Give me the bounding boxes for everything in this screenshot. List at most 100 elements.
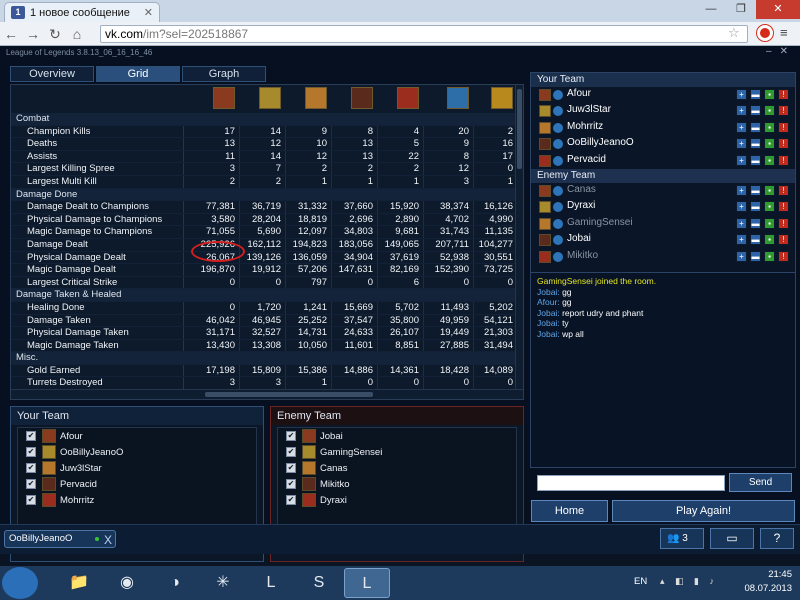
ignore-icon[interactable]: ▬ — [750, 138, 761, 150]
horizontal-scrollbar[interactable] — [11, 389, 523, 399]
honor-icon[interactable]: ▪ — [764, 250, 775, 262]
minimize-icon[interactable]: — — [696, 0, 726, 19]
team-member-row[interactable]: ✔ Pervacid — [18, 476, 256, 492]
checkbox[interactable]: ✔ — [26, 463, 36, 473]
sidebar-player-row[interactable]: GamingSensei + ▬ ▪! — [531, 216, 795, 232]
sidebar-player-row[interactable]: Afour + ▬ ▪! — [531, 87, 795, 103]
play-again-button[interactable]: Play Again! — [612, 500, 795, 522]
ignore-icon[interactable]: ▬ — [750, 201, 761, 213]
scroll-thumb[interactable] — [205, 392, 373, 397]
ignore-icon[interactable]: ▬ — [750, 217, 761, 229]
extension-icon[interactable] — [757, 25, 773, 41]
explorer-icon[interactable]: 📁 — [56, 568, 102, 598]
add-friend-icon[interactable]: + — [736, 89, 747, 100]
skype-icon[interactable]: S — [296, 568, 342, 598]
bookmark-star-icon[interactable]: ☆ — [728, 25, 740, 41]
checkbox[interactable]: ✔ — [286, 495, 296, 505]
ignore-icon[interactable]: ▬ — [750, 154, 761, 166]
report-icon[interactable]: ! — [778, 201, 789, 213]
tab-graph[interactable]: Graph — [182, 66, 266, 82]
maximize-icon[interactable]: ❐ — [726, 0, 756, 19]
add-friend-icon[interactable]: + — [736, 234, 747, 246]
tab-grid[interactable]: Grid — [96, 66, 180, 82]
user-tab[interactable]: OoBillyJeanoO X — [4, 530, 116, 548]
team-member-row[interactable]: ✔ Dyraxi — [278, 492, 516, 508]
browser-menu-icon[interactable]: ≡ — [780, 25, 788, 40]
ignore-icon[interactable]: ▬ — [750, 121, 761, 133]
sidebar-player-row[interactable]: Mikitko + ▬ ▪! — [531, 249, 795, 265]
sidebar-player-row[interactable]: Juw3lStar + ▬ ▪! — [531, 103, 795, 119]
checkbox[interactable]: ✔ — [26, 447, 36, 457]
chat-toggle-button[interactable]: ▭ — [710, 528, 754, 549]
honor-icon[interactable]: ▪ — [764, 184, 775, 196]
user-tab-close-icon[interactable]: X — [104, 532, 112, 548]
checkbox[interactable]: ✔ — [26, 495, 36, 505]
team-member-row[interactable]: ✔ Mikitko — [278, 476, 516, 492]
lol-client-icon[interactable]: L — [344, 568, 390, 598]
language-indicator[interactable]: EN — [634, 576, 647, 587]
home-icon[interactable]: ⌂ — [66, 24, 88, 44]
team-member-row[interactable]: ✔ Canas — [278, 460, 516, 476]
sidebar-player-row[interactable]: Canas + ▬ ▪! — [531, 183, 795, 199]
window-close-icon[interactable]: ✕ — [756, 0, 800, 19]
report-icon[interactable]: ! — [778, 154, 789, 166]
add-friend-icon[interactable]: + — [736, 154, 747, 166]
ignore-icon[interactable]: ▬ — [750, 105, 761, 117]
add-friend-icon[interactable]: + — [736, 105, 747, 117]
add-friend-icon[interactable]: + — [736, 201, 747, 213]
sidebar-player-row[interactable]: OoBillyJeanoO + ▬ ▪! — [531, 136, 795, 152]
team-member-row[interactable]: ✔ Afour — [18, 428, 256, 444]
report-icon[interactable]: ! — [778, 184, 789, 196]
ignore-icon[interactable]: ▬ — [750, 184, 761, 196]
checkbox[interactable]: ✔ — [286, 447, 296, 457]
report-icon[interactable]: ! — [778, 234, 789, 246]
report-icon[interactable]: ! — [778, 121, 789, 133]
send-button[interactable]: Send — [729, 473, 792, 492]
back-icon[interactable]: ← — [0, 24, 22, 44]
scroll-thumb[interactable] — [517, 89, 522, 169]
add-friend-icon[interactable]: + — [736, 121, 747, 133]
friends-button[interactable]: 👥 3 — [660, 528, 704, 549]
ignore-icon[interactable]: ▬ — [750, 250, 761, 262]
browser-tab[interactable]: 1 1 новое сообщение ✕ — [4, 2, 160, 22]
reload-icon[interactable]: ↻ — [44, 24, 66, 44]
tray-icons[interactable]: ▴ ◧ ▮ ♪ — [660, 576, 718, 587]
add-friend-icon[interactable]: + — [736, 217, 747, 229]
clock[interactable]: 21:45 08.07.2013 — [744, 568, 792, 596]
report-icon[interactable]: ! — [778, 89, 789, 100]
honor-icon[interactable]: ▪ — [764, 89, 775, 100]
checkbox[interactable]: ✔ — [286, 479, 296, 489]
checkbox[interactable]: ✔ — [286, 463, 296, 473]
forward-icon[interactable]: → — [22, 24, 44, 44]
ignore-icon[interactable]: ▬ — [750, 234, 761, 246]
client-close-icon[interactable]: ✕ — [780, 46, 796, 57]
report-icon[interactable]: ! — [778, 138, 789, 150]
sidebar-player-row[interactable]: Dyraxi + ▬ ▪! — [531, 199, 795, 215]
team-member-row[interactable]: ✔ GamingSensei — [278, 444, 516, 460]
vertical-scrollbar[interactable] — [515, 85, 523, 390]
ignore-icon[interactable]: ▬ — [750, 89, 761, 100]
report-icon[interactable]: ! — [778, 105, 789, 117]
lol-launcher-icon[interactable]: L — [248, 568, 294, 598]
help-button[interactable]: ? — [760, 528, 794, 549]
checkbox[interactable]: ✔ — [286, 431, 296, 441]
checkbox[interactable]: ✔ — [26, 479, 36, 489]
home-button[interactable]: Home — [531, 500, 608, 522]
add-friend-icon[interactable]: + — [736, 184, 747, 196]
team-member-row[interactable]: ✔ OoBillyJeanoO — [18, 444, 256, 460]
report-icon[interactable]: ! — [778, 250, 789, 262]
start-button-icon[interactable] — [2, 567, 38, 599]
checkbox[interactable]: ✔ — [26, 431, 36, 441]
team-member-row[interactable]: ✔ Mohrritz — [18, 492, 256, 508]
honor-icon[interactable]: ▪ — [764, 138, 775, 150]
honor-icon[interactable]: ▪ — [764, 201, 775, 213]
honor-icon[interactable]: ▪ — [764, 154, 775, 166]
sidebar-player-row[interactable]: Jobai + ▬ ▪! — [531, 232, 795, 248]
client-minimize-icon[interactable]: – — [766, 46, 780, 57]
add-friend-icon[interactable]: + — [736, 250, 747, 262]
address-bar[interactable]: vk.com/im?sel=202518867 — [100, 25, 748, 43]
tab-close-icon[interactable]: ✕ — [144, 6, 153, 19]
honor-icon[interactable]: ▪ — [764, 234, 775, 246]
sidebar-player-row[interactable]: Mohrritz + ▬ ▪! — [531, 120, 795, 136]
sidebar-player-row[interactable]: Pervacid + ▬ ▪! — [531, 153, 795, 169]
